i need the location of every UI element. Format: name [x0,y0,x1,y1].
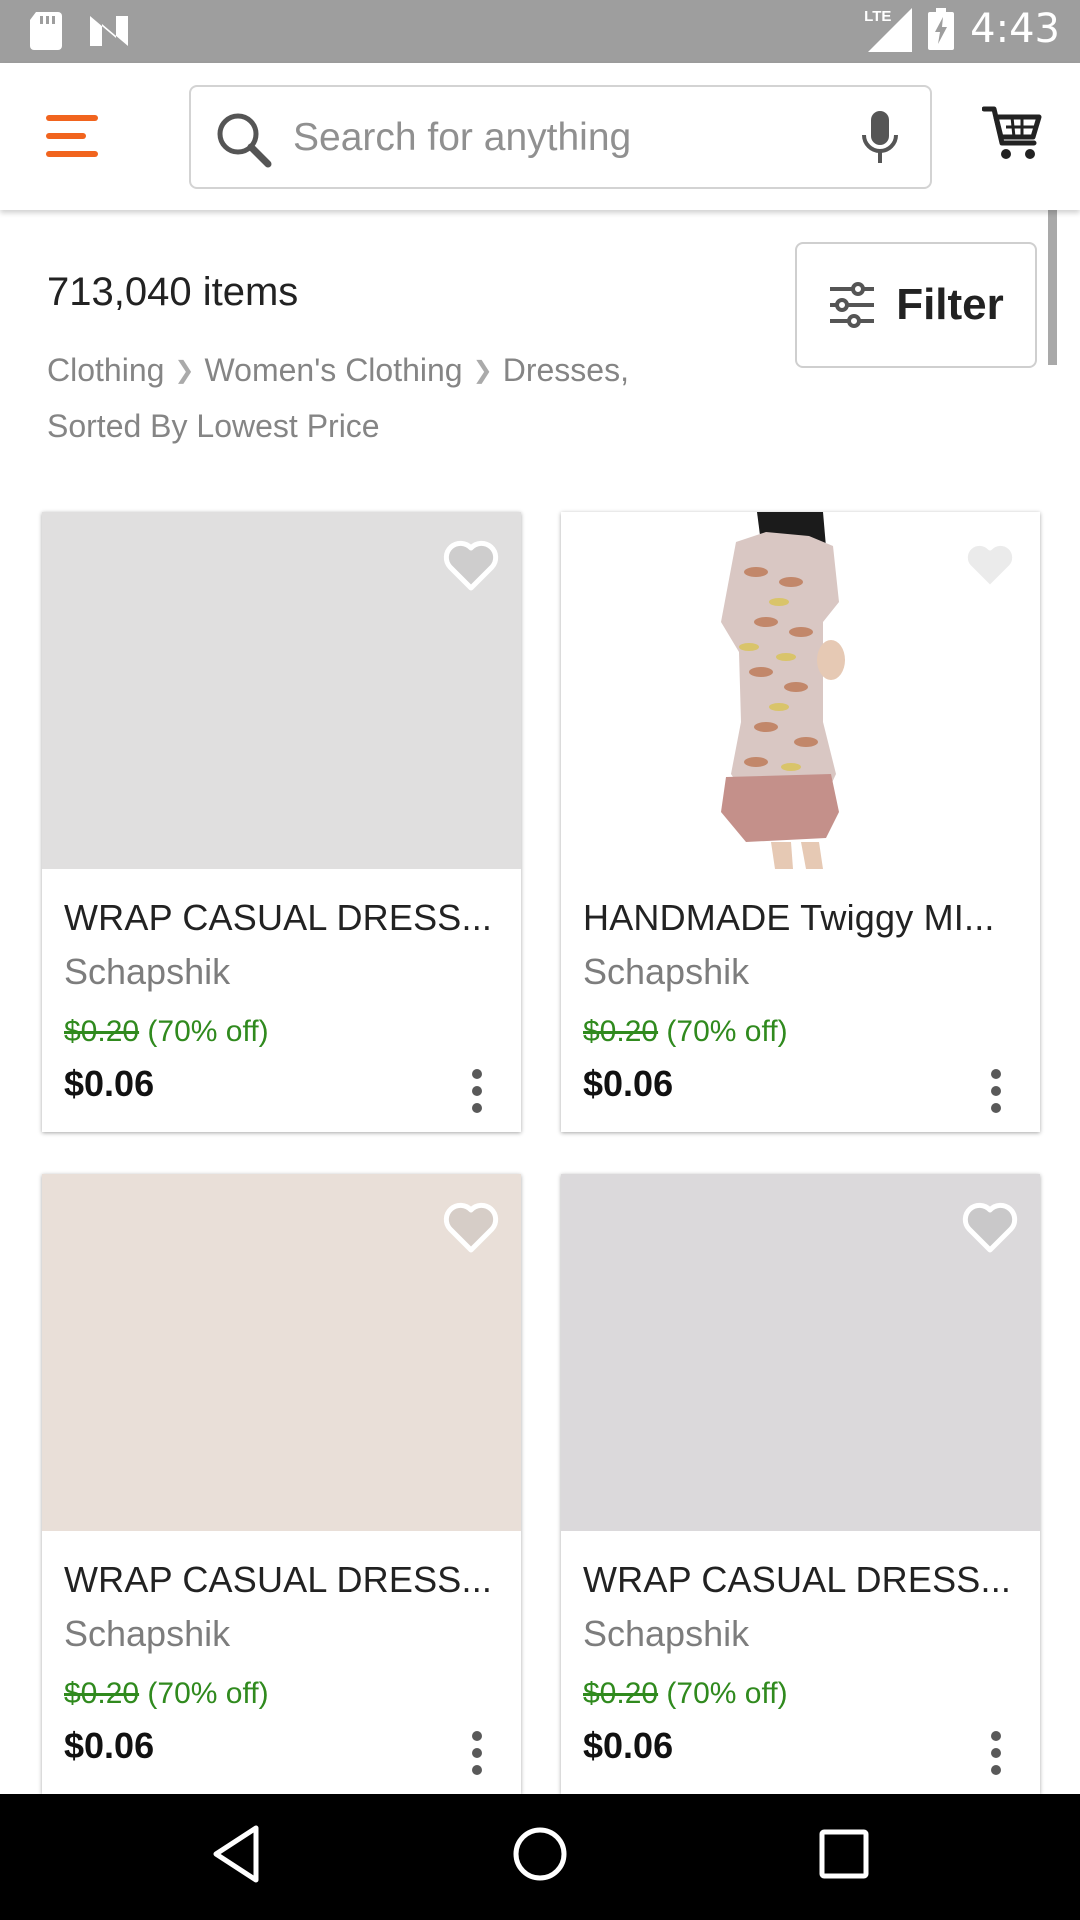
sale-price: $0.06 [64,1725,155,1766]
menu-icon [46,115,98,121]
more-options-icon[interactable] [988,1731,1004,1775]
sd-card-icon [30,12,62,50]
shop-name: Schapshik [583,951,750,992]
sale-price: $0.06 [583,1063,674,1104]
original-price: $0.20 [64,1015,140,1048]
more-options-icon[interactable] [988,1069,1004,1113]
sale-price: $0.06 [583,1725,674,1766]
search-input[interactable] [293,109,833,167]
recents-icon[interactable] [818,1824,870,1884]
product-title: WRAP CASUAL DRESS... [64,897,493,938]
scroll-indicator[interactable] [1048,210,1057,365]
breadcrumb-item[interactable]: Women's Clothing [205,352,463,388]
system-nav-bar [0,1794,1080,1920]
cart-icon[interactable] [982,103,1042,163]
discount: (70% off) [666,1015,788,1048]
product-card[interactable]: WRAP CASUAL DRESS... Schapshik $0.20 (70… [561,1174,1040,1794]
product-title: WRAP CASUAL DRESS... [64,1559,493,1600]
heart-icon[interactable] [962,540,1018,592]
breadcrumb: Clothing ❯ Women's Clothing ❯ Dresses, Sorte… [47,344,747,453]
original-price-line: $0.20 (70% off) [583,1677,1018,1711]
search-icon [217,113,272,168]
menu-button[interactable] [46,115,98,157]
clock: 4:43 [970,6,1060,52]
product-title: HANDMADE Twiggy MI... [583,897,995,938]
product-card[interactable]: WRAP CASUAL DRESS... Schapshik $0.20 (70… [42,512,521,1132]
home-icon[interactable] [510,1824,570,1884]
search-bar[interactable] [189,85,932,189]
chevron-right-icon: ❯ [472,357,493,384]
network-type: LTE [864,8,892,25]
heart-icon[interactable] [443,540,499,592]
sort-label: Sorted By Lowest Price [47,408,380,444]
heart-icon[interactable] [443,1202,499,1254]
shop-name: Schapshik [583,1613,750,1654]
app-header [0,63,1080,210]
original-price: $0.20 [583,1015,659,1048]
original-price: $0.20 [583,1677,659,1710]
product-card[interactable]: WRAP CASUAL DRESS... Schapshik $0.20 (70… [42,1174,521,1794]
breadcrumb-item[interactable]: Clothing [47,352,164,388]
mic-icon[interactable] [860,109,900,167]
breadcrumb-item[interactable]: Dresses, [503,352,629,388]
product-title: WRAP CASUAL DRESS... [583,1559,1012,1600]
discount: (70% off) [666,1677,788,1710]
product-card[interactable]: HANDMADE Twiggy MI... Schapshik $0.20 (7… [561,512,1040,1132]
back-icon[interactable] [210,1824,262,1884]
original-price-line: $0.20 (70% off) [64,1015,499,1049]
more-options-icon[interactable] [469,1731,485,1775]
n-notification-icon [90,16,128,46]
status-bar: LTE 4:43 [0,0,1080,63]
discount: (70% off) [147,1677,269,1710]
heart-icon[interactable] [962,1202,1018,1254]
shop-name: Schapshik [64,951,231,992]
more-options-icon[interactable] [469,1069,485,1113]
discount: (70% off) [147,1015,269,1048]
sale-price: $0.06 [64,1063,155,1104]
filter-button[interactable]: Filter [795,242,1037,368]
signal-icon: LTE [864,6,913,52]
original-price: $0.20 [64,1677,140,1710]
filter-label: Filter [896,280,1004,329]
battery-charging-icon [928,8,955,50]
chevron-right-icon: ❯ [174,357,195,384]
shop-name: Schapshik [64,1613,231,1654]
original-price-line: $0.20 (70% off) [583,1015,1018,1049]
original-price-line: $0.20 (70% off) [64,1677,499,1711]
results-count: 713,040 items [47,270,299,314]
filter-sliders-icon [830,282,875,328]
